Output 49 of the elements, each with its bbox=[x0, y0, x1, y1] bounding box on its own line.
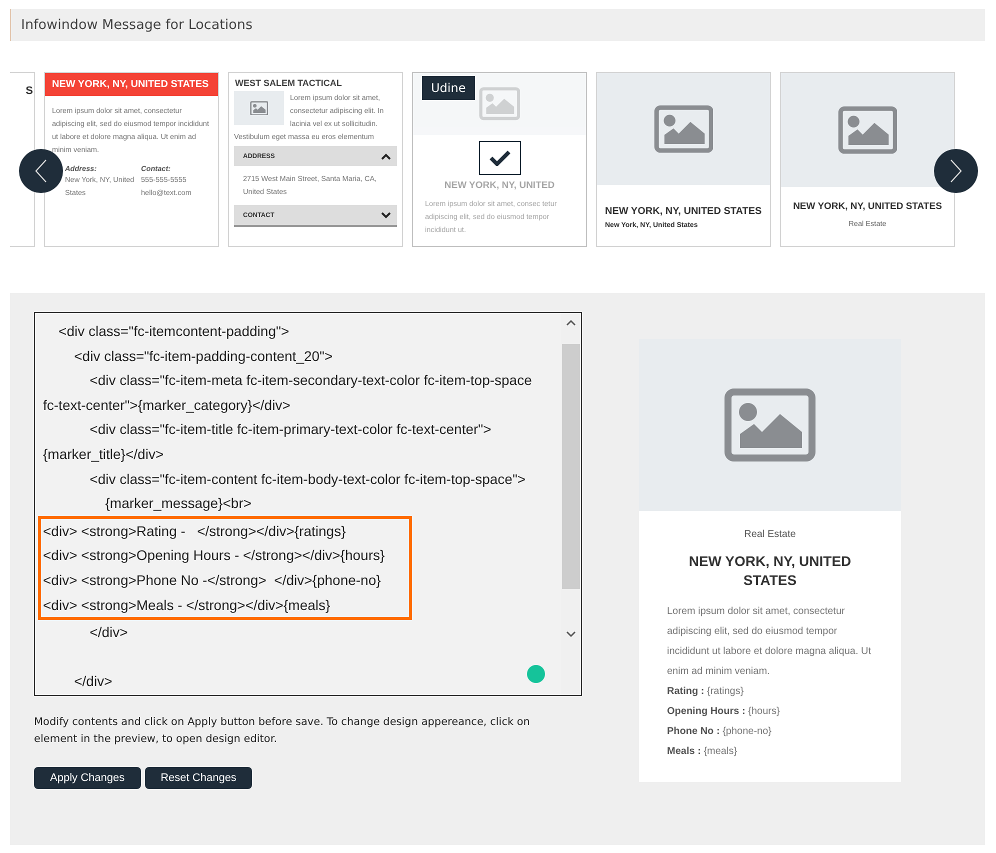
card-title: S bbox=[24, 84, 34, 97]
preview-field: Rating : {ratings} bbox=[667, 682, 873, 702]
code-editor[interactable] bbox=[34, 312, 582, 696]
apply-button[interactable]: Apply Changes bbox=[34, 767, 141, 789]
preview-card[interactable] bbox=[639, 339, 901, 782]
preview-category: Real Estate bbox=[743, 529, 797, 540]
code-line: <div class="fc-item-title fc-item-primary-text-color fc-text-center"> bbox=[88, 420, 492, 440]
image-icon bbox=[250, 100, 268, 116]
next-button[interactable] bbox=[934, 149, 978, 193]
code-line: <div> <strong>Opening Hours - </strong></div>{hours} bbox=[43, 546, 385, 566]
code-line: </div> bbox=[88, 623, 128, 642]
template-card[interactable] bbox=[44, 72, 219, 247]
code-line: <div class="fc-item-meta fc-item-secondary-text-color fc-item-top-space bbox=[88, 371, 532, 390]
code-line: {marker_message}<br> bbox=[104, 494, 252, 514]
preview-field: Opening Hours : {hours} bbox=[667, 702, 873, 722]
image-icon bbox=[654, 104, 714, 154]
scroll-up-icon bbox=[566, 319, 576, 326]
code-line: <div class="fc-itemcontent-padding"> bbox=[58, 322, 290, 341]
code-line: fc-text-center">{marker_category}</div> bbox=[43, 396, 290, 415]
checkmark-icon bbox=[479, 141, 521, 175]
template-card[interactable] bbox=[228, 72, 403, 247]
preview-field: Phone No : {phone-no} bbox=[667, 722, 873, 742]
code-line: {marker_title}</div> bbox=[43, 444, 164, 464]
card-title: NEW YORK, NY, UNITED STATES bbox=[792, 200, 943, 214]
preview-title: NEW YORK, NY, UNITED STATES bbox=[688, 552, 852, 590]
image-icon bbox=[724, 388, 816, 462]
code-line: <div class="fc-item-content fc-item-body-text-color fc-item-top-space"> bbox=[88, 470, 526, 489]
code-line: <div> <strong>Meals - </strong></div>{meals} bbox=[43, 596, 330, 615]
image-icon bbox=[478, 87, 520, 121]
location-tag: Udine bbox=[422, 76, 475, 100]
chevron-right-icon bbox=[950, 159, 962, 183]
card-title: NEW YORK, NY, UNITED bbox=[443, 180, 556, 191]
caret-down-icon bbox=[381, 212, 391, 218]
reset-button[interactable]: Reset Changes bbox=[144, 767, 252, 789]
preview-text: Lorem ipsum dolor sit amet, consectetur adipiscing elit, sed do eiusmod tempor incididunt ut labore et dolore magna aliqua. Ut enim ad minim veniam. bbox=[667, 605, 872, 679]
code-line: <div> <strong>Rating - </strong></div>{ratings} bbox=[43, 522, 346, 541]
card-title: NEW YORK, NY, UNITED STATES bbox=[604, 205, 763, 219]
scroll-down-icon bbox=[566, 631, 576, 638]
card-title-banner: NEW YORK, NY, UNITED STATES bbox=[45, 73, 218, 96]
code-line: <div class="fc-item-padding-content_20"> bbox=[73, 346, 333, 366]
image-icon bbox=[838, 106, 898, 154]
code-line: <div> <strong>Phone No -</strong> </div>{phone-no} bbox=[43, 570, 381, 590]
help-text: Modify contents and click on Apply button before save. To change design appereance, click on element in the preview, to open design editor. bbox=[34, 715, 531, 747]
section-title: Infowindow Message for Locations bbox=[21, 17, 253, 33]
code-line: </div> bbox=[73, 672, 112, 692]
caret-up-icon bbox=[381, 152, 391, 160]
chevron-left-icon bbox=[35, 159, 47, 183]
preview-field: Meals : {meals} bbox=[667, 742, 873, 762]
card-title: WEST SALEM TACTICAL bbox=[234, 77, 343, 90]
